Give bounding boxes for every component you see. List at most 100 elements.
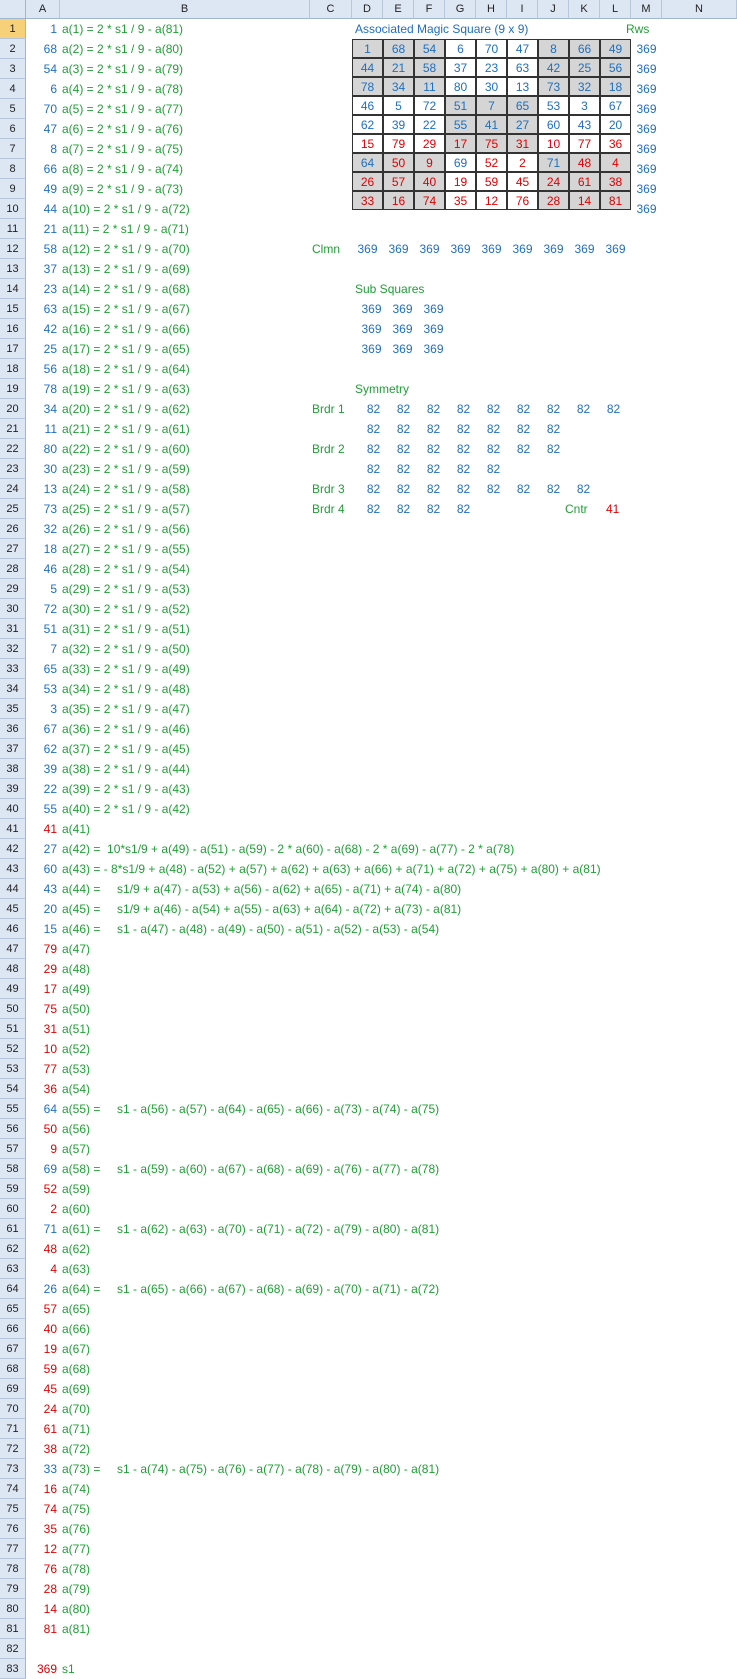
cell-b10[interactable]: a(10) = 2 * s1 / 9 - a(72) (62, 199, 190, 219)
row-header-2[interactable]: 2 (0, 39, 26, 59)
cell-a28[interactable]: 46 (27, 559, 57, 579)
row-header-60[interactable]: 60 (0, 1199, 26, 1219)
cell-a69[interactable]: 45 (27, 1379, 57, 1399)
magic-square-cell[interactable]: 78 (352, 76, 383, 96)
cell-b17[interactable]: a(17) = 2 * s1 / 9 - a(65) (62, 339, 190, 359)
magic-square-cell[interactable]: 30 (476, 76, 507, 96)
magic-square-cell[interactable]: 60 (538, 114, 569, 134)
cell-b6[interactable]: a(6) = 2 * s1 / 9 - a(76) (62, 119, 183, 139)
magic-square-cell[interactable]: 6 (445, 38, 476, 58)
cell-a41[interactable]: 41 (27, 819, 57, 839)
row-header-56[interactable]: 56 (0, 1119, 26, 1139)
cell-a7[interactable]: 8 (27, 139, 57, 159)
row-header-47[interactable]: 47 (0, 939, 26, 959)
cell-a15[interactable]: 63 (27, 299, 57, 319)
magic-square-cell[interactable]: 24 (538, 171, 569, 191)
row-header-30[interactable]: 30 (0, 599, 26, 619)
row-header-55[interactable]: 55 (0, 1099, 26, 1119)
column-header-b[interactable]: B (60, 0, 310, 19)
cell-b56[interactable]: a(56) (62, 1119, 90, 1139)
row-header-50[interactable]: 50 (0, 999, 26, 1019)
cell-b43[interactable]: a(43) = - 8*s1/9 + a(48) - a(52) + a(57)… (62, 859, 601, 879)
cell-a53[interactable]: 77 (27, 1059, 57, 1079)
magic-square-cell[interactable]: 66 (569, 38, 600, 58)
magic-square-cell[interactable]: 79 (383, 133, 414, 153)
magic-square-cell[interactable]: 55 (445, 114, 476, 134)
magic-square-cell[interactable]: 74 (414, 190, 445, 210)
cell-b5[interactable]: a(5) = 2 * s1 / 9 - a(77) (62, 99, 183, 119)
row-header-14[interactable]: 14 (0, 279, 26, 299)
cell-a3[interactable]: 54 (27, 59, 57, 79)
row-header-24[interactable]: 24 (0, 479, 26, 499)
cell-b80[interactable]: a(80) (62, 1599, 90, 1619)
row-header-39[interactable]: 39 (0, 779, 26, 799)
row-header-40[interactable]: 40 (0, 799, 26, 819)
row-header-4[interactable]: 4 (0, 79, 26, 99)
cell-a46[interactable]: 15 (27, 919, 57, 939)
cell-b81[interactable]: a(81) (62, 1619, 90, 1639)
cell-b50[interactable]: a(50) (62, 999, 90, 1019)
row-header-75[interactable]: 75 (0, 1499, 26, 1519)
cell-b19[interactable]: a(19) = 2 * s1 / 9 - a(63) (62, 379, 190, 399)
cell-b62[interactable]: a(62) (62, 1239, 90, 1259)
row-header-16[interactable]: 16 (0, 319, 26, 339)
column-header-k[interactable]: K (569, 0, 600, 19)
cell-b72[interactable]: a(72) (62, 1439, 90, 1459)
cell-b64[interactable]: a(64) = s1 - a(65) - a(66) - a(67) - a(6… (62, 1279, 439, 1299)
magic-square-cell[interactable]: 31 (507, 133, 538, 153)
cell-b75[interactable]: a(75) (62, 1499, 90, 1519)
cell-b69[interactable]: a(69) (62, 1379, 90, 1399)
row-header-44[interactable]: 44 (0, 879, 26, 899)
row-header-67[interactable]: 67 (0, 1339, 26, 1359)
cell-a65[interactable]: 57 (27, 1299, 57, 1319)
cell-b23[interactable]: a(23) = 2 * s1 / 9 - a(59) (62, 459, 190, 479)
cell-b76[interactable]: a(76) (62, 1519, 90, 1539)
row-header-8[interactable]: 8 (0, 159, 26, 179)
magic-square-cell[interactable]: 11 (414, 76, 445, 96)
cell-a23[interactable]: 30 (27, 459, 57, 479)
magic-square-cell[interactable]: 8 (538, 38, 569, 58)
cell-a21[interactable]: 11 (27, 419, 57, 439)
magic-square-cell[interactable]: 32 (569, 76, 600, 96)
row-header-5[interactable]: 5 (0, 99, 26, 119)
row-header-54[interactable]: 54 (0, 1079, 26, 1099)
cell-b60[interactable]: a(60) (62, 1199, 90, 1219)
row-header-20[interactable]: 20 (0, 399, 26, 419)
cell-a55[interactable]: 64 (27, 1099, 57, 1119)
cell-b13[interactable]: a(13) = 2 * s1 / 9 - a(69) (62, 259, 190, 279)
magic-square-cell[interactable]: 44 (352, 57, 383, 77)
row-header-41[interactable]: 41 (0, 819, 26, 839)
row-header-73[interactable]: 73 (0, 1459, 26, 1479)
cell-b48[interactable]: a(48) (62, 959, 90, 979)
cell-b73[interactable]: a(73) = s1 - a(74) - a(75) - a(76) - a(7… (62, 1459, 439, 1479)
cell-a8[interactable]: 66 (27, 159, 57, 179)
row-header-59[interactable]: 59 (0, 1179, 26, 1199)
row-header-57[interactable]: 57 (0, 1139, 26, 1159)
magic-square-cell[interactable]: 17 (445, 133, 476, 153)
cell-a73[interactable]: 33 (27, 1459, 57, 1479)
cell-b68[interactable]: a(68) (62, 1359, 90, 1379)
cell-b18[interactable]: a(18) = 2 * s1 / 9 - a(64) (62, 359, 190, 379)
cell-a35[interactable]: 3 (27, 699, 57, 719)
row-header-29[interactable]: 29 (0, 579, 26, 599)
cell-a50[interactable]: 75 (27, 999, 57, 1019)
magic-square-cell[interactable]: 7 (476, 95, 507, 115)
magic-square-cell[interactable]: 19 (445, 171, 476, 191)
row-header-51[interactable]: 51 (0, 1019, 26, 1039)
cell-b22[interactable]: a(22) = 2 * s1 / 9 - a(60) (62, 439, 190, 459)
row-header-23[interactable]: 23 (0, 459, 26, 479)
magic-square-cell[interactable]: 38 (600, 171, 631, 191)
row-header-63[interactable]: 63 (0, 1259, 26, 1279)
magic-square-cell[interactable]: 62 (352, 114, 383, 134)
row-header-7[interactable]: 7 (0, 139, 26, 159)
cell-a27[interactable]: 18 (27, 539, 57, 559)
magic-square-cell[interactable]: 59 (476, 171, 507, 191)
cell-b32[interactable]: a(32) = 2 * s1 / 9 - a(50) (62, 639, 190, 659)
row-header-49[interactable]: 49 (0, 979, 26, 999)
cell-a48[interactable]: 29 (27, 959, 57, 979)
row-header-61[interactable]: 61 (0, 1219, 26, 1239)
row-header-52[interactable]: 52 (0, 1039, 26, 1059)
cell-a20[interactable]: 34 (27, 399, 57, 419)
magic-square-cell[interactable]: 4 (600, 152, 631, 172)
cell-b12[interactable]: a(12) = 2 * s1 / 9 - a(70) (62, 239, 190, 259)
